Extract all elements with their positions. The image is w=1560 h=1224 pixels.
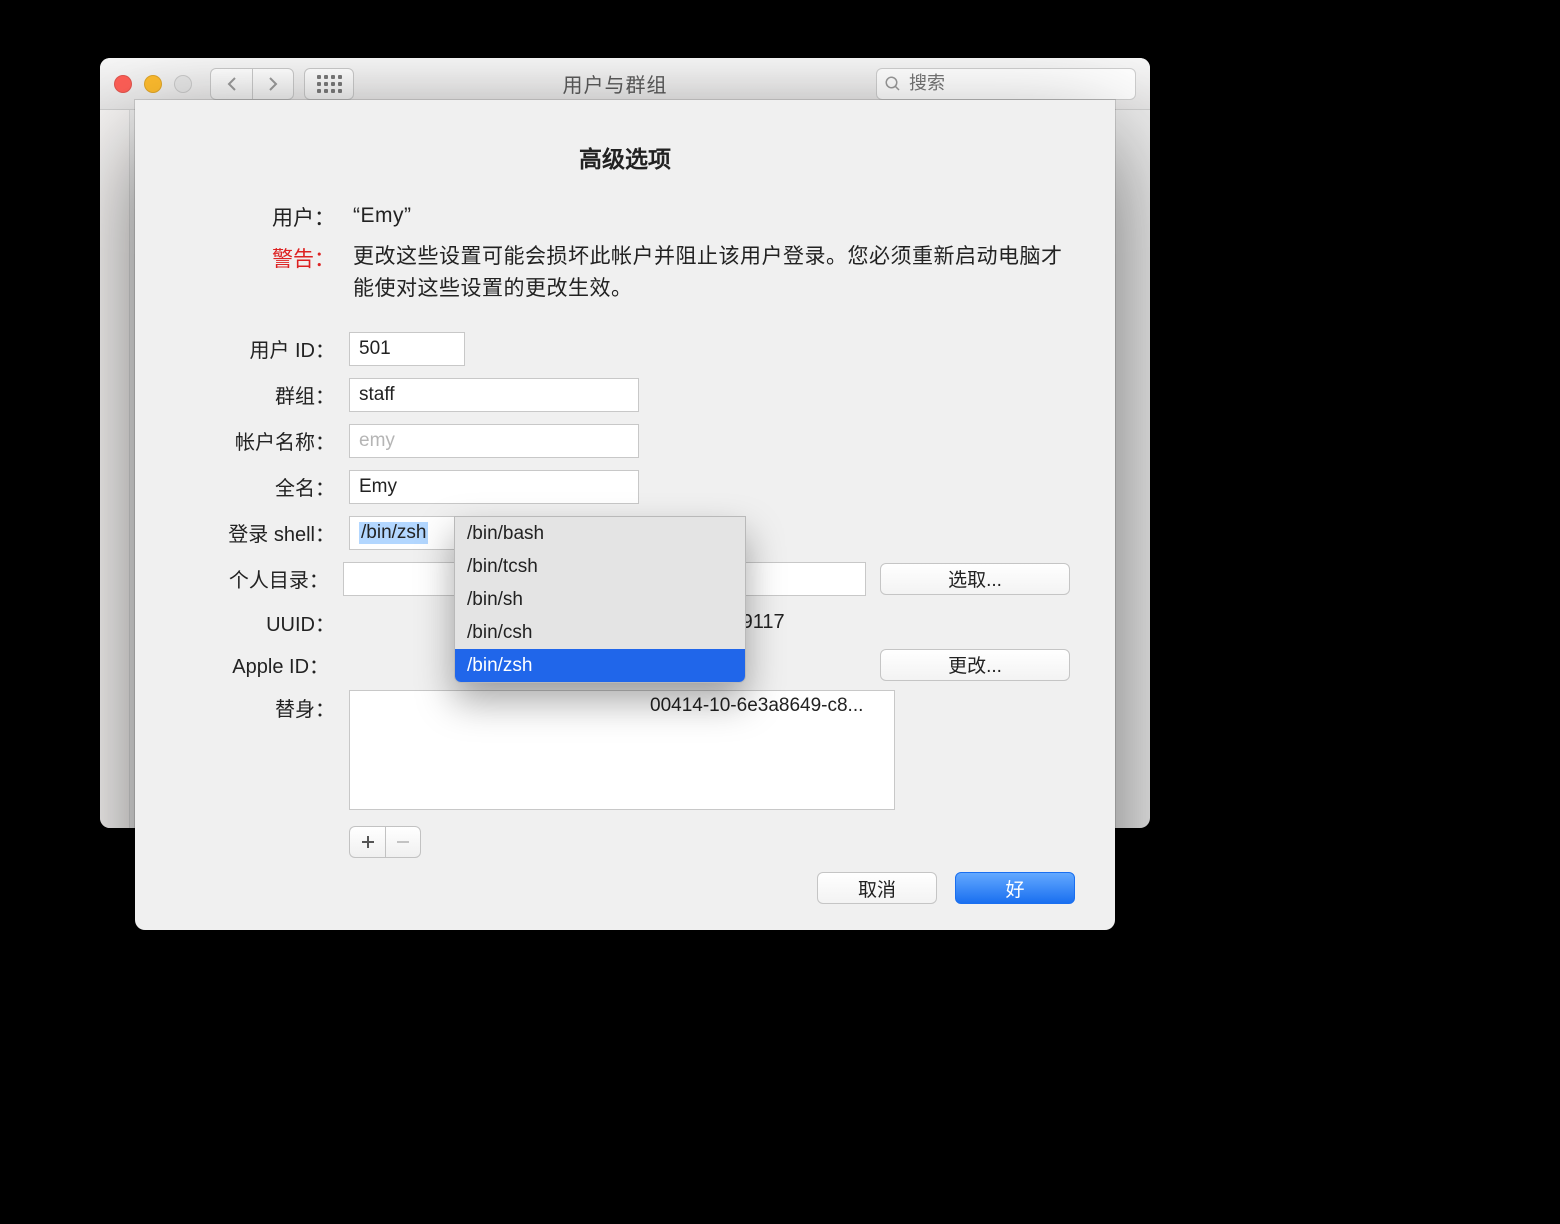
- remove-alias-button: [385, 826, 421, 858]
- nav-back-forward: [210, 68, 294, 100]
- warning-text: 更改这些设置可能会损坏此帐户并阻止该用户登录。您必须重新启动电脑才能使对这些设置…: [353, 241, 1070, 306]
- full-name-label: 全名：: [180, 472, 335, 501]
- login-shell-dropdown[interactable]: /bin/bash /bin/tcsh /bin/sh /bin/csh /bi…: [454, 516, 746, 683]
- back-button[interactable]: [210, 68, 252, 100]
- forward-button[interactable]: [252, 68, 294, 100]
- search-input[interactable]: [876, 68, 1136, 100]
- zoom-icon: [174, 75, 192, 93]
- minimize-icon[interactable]: [144, 75, 162, 93]
- apple-id-label: Apple ID：: [180, 650, 329, 679]
- aliases-label: 替身：: [180, 693, 335, 722]
- uuid-label: UUID：: [180, 608, 335, 637]
- minus-icon: [396, 835, 410, 849]
- home-dir-label: 个人目录：: [180, 564, 329, 593]
- group-input[interactable]: [349, 378, 639, 412]
- user-id-label: 用户 ID：: [180, 334, 335, 363]
- advanced-options-sheet: 高级选项 用户： “Emy” 警告： 更改这些设置可能会损坏此帐户并阻止该用户登…: [135, 100, 1115, 930]
- user-label: 用户：: [180, 200, 335, 232]
- ok-button[interactable]: 好: [955, 872, 1075, 904]
- account-name-label: 帐户名称：: [180, 426, 335, 455]
- plus-icon: [361, 835, 375, 849]
- search-icon: [884, 75, 902, 93]
- login-shell-label: 登录 shell：: [180, 518, 335, 547]
- user-id-input[interactable]: [349, 332, 465, 366]
- window-controls: [114, 75, 192, 93]
- add-alias-button[interactable]: [349, 826, 385, 858]
- show-all-button[interactable]: [304, 68, 354, 100]
- full-name-input[interactable]: [349, 470, 639, 504]
- user-value: “Emy”: [353, 200, 1070, 233]
- grid-icon: [317, 75, 342, 93]
- shell-option-tcsh[interactable]: /bin/tcsh: [455, 550, 745, 583]
- change-apple-id-button[interactable]: 更改...: [880, 649, 1070, 681]
- alias-row[interactable]: 00414-10-6e3a8649-c8...: [350, 691, 894, 721]
- close-icon[interactable]: [114, 75, 132, 93]
- shell-option-zsh[interactable]: /bin/zsh: [455, 649, 745, 682]
- window-title: 用户与群组: [364, 69, 866, 98]
- group-label: 群组：: [180, 380, 335, 409]
- sidebar-edge: [100, 110, 130, 828]
- cancel-button[interactable]: 取消: [817, 872, 937, 904]
- account-name-input[interactable]: [349, 424, 639, 458]
- warning-label: 警告：: [180, 241, 335, 273]
- shell-option-csh[interactable]: /bin/csh: [455, 616, 745, 649]
- shell-option-bash[interactable]: /bin/bash: [455, 517, 745, 550]
- sheet-title: 高级选项: [180, 140, 1070, 174]
- shell-option-sh[interactable]: /bin/sh: [455, 583, 745, 616]
- aliases-list[interactable]: 00414-10-6e3a8649-c8...: [349, 690, 895, 810]
- choose-home-dir-button[interactable]: 选取...: [880, 563, 1070, 595]
- search-field[interactable]: [876, 68, 1136, 100]
- login-shell-value: /bin/zsh: [359, 522, 428, 544]
